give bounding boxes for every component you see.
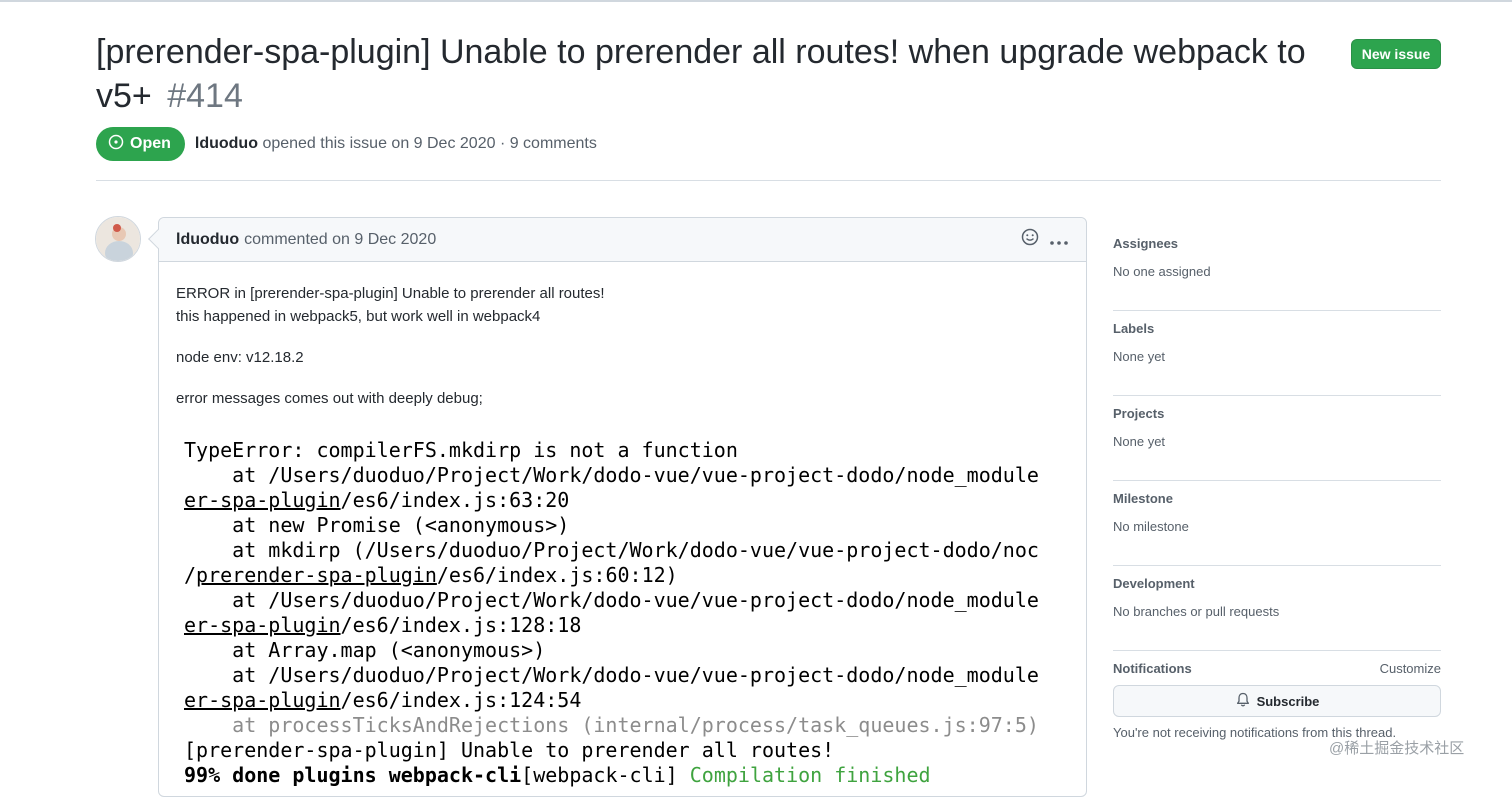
body-line-4: error messages comes out with deeply deb… — [176, 390, 483, 407]
code-segment: / — [184, 563, 197, 587]
code-line: at processTicksAndRejections (internal/p… — [184, 713, 1039, 737]
milestone-heading: Milestone — [1113, 491, 1173, 506]
sidebar-projects: Projects None yet — [1113, 396, 1441, 481]
projects-value: None yet — [1113, 434, 1166, 449]
comment-author-link[interactable]: lduoduo — [176, 231, 239, 249]
code-underlined: er-spa-plugin — [184, 688, 341, 712]
code-line: at /Users/duoduo/Project/Work/dodo-vue/v… — [184, 663, 1039, 687]
comment: lduoduo commented on 9 Dec 2020 ERROR in… — [148, 217, 1087, 797]
code-line: at /Users/duoduo/Project/Work/dodo-vue/v… — [184, 463, 1039, 487]
issue-opened-icon — [108, 134, 124, 155]
bell-icon — [1235, 692, 1251, 711]
issue-meta-text: lduoduo opened this issue on 9 Dec 2020 … — [195, 135, 597, 153]
code-underlined: prerender-spa-plugin — [196, 563, 437, 587]
code-segment: [webpack-cli] — [521, 763, 690, 787]
issue-meta: Open lduoduo opened this issue on 9 Dec … — [96, 127, 597, 161]
customize-link[interactable]: Customize — [1380, 661, 1441, 676]
code-bold: 99% done plugins webpack-cli — [184, 763, 522, 787]
code-line: /prerender-spa-plugin/es6/index.js:60:12… — [184, 563, 1069, 588]
assignees-heading: Assignees — [1113, 236, 1179, 251]
labels-value: None yet — [1113, 349, 1166, 364]
code-line: at /Users/duoduo/Project/Work/dodo-vue/v… — [184, 588, 1039, 612]
comment-actions — [1021, 228, 1069, 251]
code-line: at Array.map (<anonymous>) — [184, 638, 546, 662]
code-line: [prerender-spa-plugin] Unable to prerend… — [184, 738, 835, 762]
body-line-1: ERROR in [prerender-spa-plugin] Unable t… — [176, 285, 605, 302]
code-line: at new Promise (<anonymous>) — [184, 513, 570, 537]
issue-number: #414 — [167, 77, 243, 115]
subscribe-button[interactable]: Subscribe — [1113, 685, 1441, 717]
code-line: TypeError: compilerFS.mkdirp is not a fu… — [184, 438, 738, 462]
avatar[interactable] — [95, 216, 141, 262]
development-heading: Development — [1113, 576, 1195, 591]
sidebar-labels: Labels None yet — [1113, 311, 1441, 396]
milestone-value: No milestone — [1113, 519, 1189, 534]
code-line: er-spa-plugin/es6/index.js:63:20 — [184, 488, 1069, 513]
labels-heading: Labels — [1113, 321, 1155, 336]
header-divider — [96, 180, 1441, 181]
comment-timestamp[interactable]: commented on 9 Dec 2020 — [244, 231, 436, 249]
state-badge: Open — [96, 127, 185, 161]
comment-paragraph: ERROR in [prerender-spa-plugin] Unable t… — [176, 282, 1069, 328]
error-code-block: TypeError: compilerFS.mkdirp is not a fu… — [176, 438, 1069, 788]
development-value: No branches or pull requests — [1113, 604, 1280, 619]
issue-title: [prerender-spa-plugin] Unable to prerend… — [96, 30, 1336, 118]
code-success: Compilation finished — [689, 763, 931, 787]
subscribe-label: Subscribe — [1256, 693, 1320, 709]
state-label: Open — [130, 135, 171, 152]
sidebar-assignees: Assignees No one assigned — [1113, 226, 1441, 311]
assignees-value: No one assigned — [1113, 264, 1211, 279]
code-line: er-spa-plugin/es6/index.js:124:54 — [184, 688, 1069, 713]
watermark: @稀土掘金技术社区 — [1329, 737, 1465, 758]
code-line: er-spa-plugin/es6/index.js:128:18 — [184, 613, 1069, 638]
comment-header: lduoduo commented on 9 Dec 2020 — [159, 218, 1086, 262]
sidebar-milestone: Milestone No milestone — [1113, 481, 1441, 566]
code-segment: /es6/index.js:63:20 — [340, 488, 570, 512]
body-line-2: this happened in webpack5, but work well… — [176, 308, 541, 325]
issue-author-link[interactable]: lduoduo — [195, 135, 258, 152]
code-segment: /es6/index.js:60:12) — [436, 563, 678, 587]
notifications-heading: Notifications Customize — [1113, 661, 1441, 676]
code-underlined: er-spa-plugin — [184, 488, 341, 512]
code-line: at mkdirp (/Users/duoduo/Project/Work/do… — [184, 538, 1039, 562]
body-line-3: node env: v12.18.2 — [176, 349, 304, 366]
new-issue-button[interactable]: New issue — [1351, 39, 1441, 69]
code-underlined: er-spa-plugin — [184, 613, 341, 637]
smiley-icon[interactable] — [1021, 228, 1039, 251]
sidebar-development: Development No branches or pull requests — [1113, 566, 1441, 651]
top-border — [0, 0, 1512, 2]
code-segment: /es6/index.js:124:54 — [340, 688, 582, 712]
code-segment: /es6/index.js:128:18 — [340, 613, 582, 637]
issue-meta-rest: opened this issue on 9 Dec 2020 · 9 comm… — [262, 135, 597, 152]
code-line: 99% done plugins webpack-cli[webpack-cli… — [184, 763, 1069, 788]
sidebar: Assignees No one assigned Labels None ye… — [1113, 226, 1441, 754]
kebab-horizontal-icon[interactable] — [1049, 230, 1069, 250]
projects-heading: Projects — [1113, 406, 1165, 421]
notifications-label: Notifications — [1113, 661, 1192, 676]
comment-body: ERROR in [prerender-spa-plugin] Unable t… — [159, 262, 1086, 808]
issue-title-text: [prerender-spa-plugin] Unable to prerend… — [96, 33, 1306, 115]
